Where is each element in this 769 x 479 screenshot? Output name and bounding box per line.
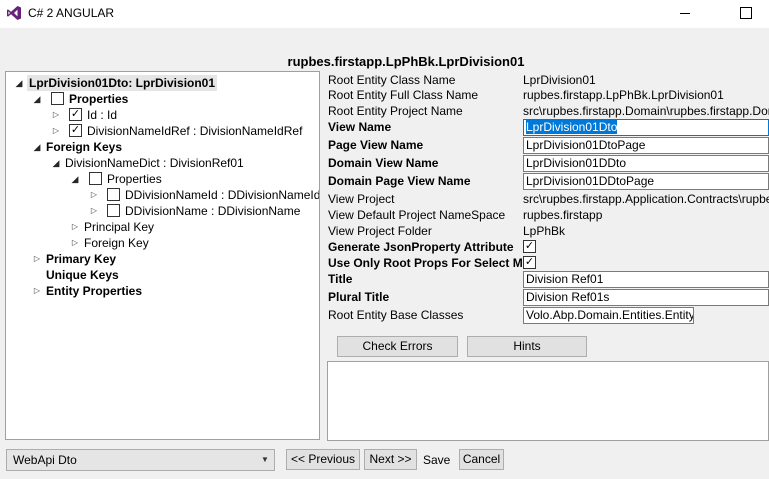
tree-foreign-keys[interactable]: Foreign Keys bbox=[46, 139, 122, 155]
errors-output[interactable] bbox=[327, 361, 769, 441]
root-entity-project-name-label: Root Entity Project Name bbox=[328, 104, 463, 118]
tree-prop-division-name-id-ref[interactable]: DivisionNameIdRef : DivisionNameIdRef bbox=[87, 123, 302, 139]
previous-button[interactable]: << Previous bbox=[286, 449, 360, 470]
view-type-select[interactable]: WebApi Dto ▼ bbox=[6, 449, 275, 471]
expand-arrow-icon[interactable]: ◢ bbox=[32, 91, 42, 107]
view-name-label: View Name bbox=[328, 120, 392, 134]
domain-page-view-name-label: Domain Page View Name bbox=[328, 174, 471, 188]
root-entity-full-class-name-value: rupbes.firstapp.LpPhBk.LprDivision01 bbox=[523, 88, 724, 102]
domain-view-name-input[interactable]: LprDivision01DDto bbox=[523, 155, 769, 172]
view-project-value: src\rupbes.firstapp.Application.Contract… bbox=[523, 192, 769, 206]
root-entity-base-classes-label: Root Entity Base Classes bbox=[328, 308, 464, 322]
plural-title-label: Plural Title bbox=[328, 290, 390, 304]
cancel-button[interactable]: Cancel bbox=[459, 449, 504, 470]
view-project-folder-value: LpPhBk bbox=[523, 224, 566, 238]
window-title: C# 2 ANGULAR bbox=[28, 6, 115, 20]
expand-arrow-icon[interactable]: ◢ bbox=[70, 171, 80, 187]
expand-arrow-icon[interactable]: ◢ bbox=[14, 75, 24, 91]
root-entity-class-name-label: Root Entity Class Name bbox=[328, 73, 456, 87]
title-label: Title bbox=[328, 272, 353, 286]
collapse-arrow-icon[interactable]: ▷ bbox=[70, 235, 80, 251]
use-only-root-label: Use Only Root Props For Select Method bbox=[328, 256, 523, 270]
page-view-name-input[interactable]: LprDivision01DtoPage bbox=[523, 137, 769, 154]
entity-tree[interactable]: ◢ LprDivision01Dto: LprDivision01 ◢ Prop… bbox=[5, 71, 320, 440]
generate-json-checkbox[interactable]: ✓ bbox=[523, 240, 536, 253]
view-default-namespace-value: rupbes.firstapp bbox=[523, 208, 603, 222]
save-button[interactable]: Save bbox=[423, 452, 450, 468]
use-only-root-checkbox[interactable]: ✓ bbox=[523, 256, 536, 269]
collapse-arrow-icon[interactable]: ▷ bbox=[51, 123, 61, 139]
view-project-folder-label: View Project Folder bbox=[328, 224, 432, 238]
check-errors-button[interactable]: Check Errors bbox=[337, 336, 458, 357]
view-name-input[interactable]: LprDivision01Dto bbox=[523, 119, 769, 136]
collapse-arrow-icon[interactable]: ▷ bbox=[89, 187, 99, 203]
tree-sub-properties[interactable]: Properties bbox=[107, 171, 162, 187]
expand-arrow-icon[interactable]: ◢ bbox=[32, 139, 42, 155]
chevron-down-icon: ▼ bbox=[261, 455, 269, 464]
collapse-arrow-icon[interactable]: ▷ bbox=[51, 107, 61, 123]
generate-json-label: Generate JsonProperty Attribute bbox=[328, 240, 514, 254]
root-entity-project-name-value: src\rupbes.firstapp.Domain\rupbes.firsta… bbox=[523, 104, 769, 118]
checkbox[interactable]: ✓ bbox=[69, 124, 82, 137]
title-bar: C# 2 ANGULAR bbox=[0, 0, 769, 28]
root-entity-base-classes-input[interactable]: Volo.Abp.Domain.Entities.Entity bbox=[523, 307, 694, 324]
maximize-button[interactable] bbox=[733, 3, 757, 23]
visual-studio-icon bbox=[7, 6, 21, 20]
tree-prop-ddivision-name[interactable]: DDivisionName : DDivisionName bbox=[125, 203, 300, 219]
next-button[interactable]: Next >> bbox=[364, 449, 417, 470]
root-entity-full-class-name-label: Root Entity Full Class Name bbox=[328, 88, 479, 102]
view-default-namespace-label: View Default Project NameSpace bbox=[328, 208, 506, 222]
checkbox[interactable]: ✓ bbox=[69, 108, 82, 121]
entity-title: rupbes.firstapp.LpPhBk.LprDivision01 bbox=[287, 54, 525, 69]
tree-properties[interactable]: Properties bbox=[69, 91, 128, 107]
tree-prop-ddivision-name-id[interactable]: DDivisionNameId : DDivisionNameId bbox=[125, 187, 319, 203]
tree-sub-foreign-key[interactable]: Foreign Key bbox=[84, 235, 149, 251]
tree-primary-key[interactable]: Primary Key bbox=[46, 251, 116, 267]
collapse-arrow-icon[interactable]: ▷ bbox=[70, 219, 80, 235]
collapse-arrow-icon[interactable]: ▷ bbox=[89, 203, 99, 219]
plural-title-input[interactable]: Division Ref01s bbox=[523, 289, 769, 306]
checkbox[interactable] bbox=[107, 204, 120, 217]
view-project-label: View Project bbox=[328, 192, 395, 206]
collapse-arrow-icon[interactable]: ▷ bbox=[32, 251, 42, 267]
hints-button[interactable]: Hints bbox=[467, 336, 587, 357]
page-view-name-label: Page View Name bbox=[328, 138, 424, 152]
collapse-arrow-icon[interactable]: ▷ bbox=[32, 283, 42, 299]
tree-entity-properties[interactable]: Entity Properties bbox=[46, 283, 142, 299]
view-type-selected: WebApi Dto bbox=[13, 453, 77, 467]
checkbox[interactable] bbox=[51, 92, 64, 105]
tree-unique-keys[interactable]: Unique Keys bbox=[46, 267, 119, 283]
expand-arrow-icon[interactable]: ◢ bbox=[51, 155, 61, 171]
tree-root[interactable]: LprDivision01Dto: LprDivision01 bbox=[27, 75, 218, 91]
view-name-text: LprDivision01Dto bbox=[526, 120, 618, 134]
minimize-button[interactable] bbox=[674, 3, 698, 23]
domain-view-name-label: Domain View Name bbox=[328, 156, 439, 170]
tree-prop-id[interactable]: Id : Id bbox=[87, 107, 117, 123]
title-input[interactable]: Division Ref01 bbox=[523, 271, 769, 288]
tree-principal-key[interactable]: Principal Key bbox=[84, 219, 154, 235]
tree-division-name-dict[interactable]: DivisionNameDict : DivisionRef01 bbox=[65, 155, 244, 171]
domain-page-view-name-input[interactable]: LprDivision01DDtoPage bbox=[523, 173, 769, 190]
checkbox[interactable] bbox=[107, 188, 120, 201]
checkbox[interactable] bbox=[89, 172, 102, 185]
root-entity-class-name-value: LprDivision01 bbox=[523, 73, 596, 87]
